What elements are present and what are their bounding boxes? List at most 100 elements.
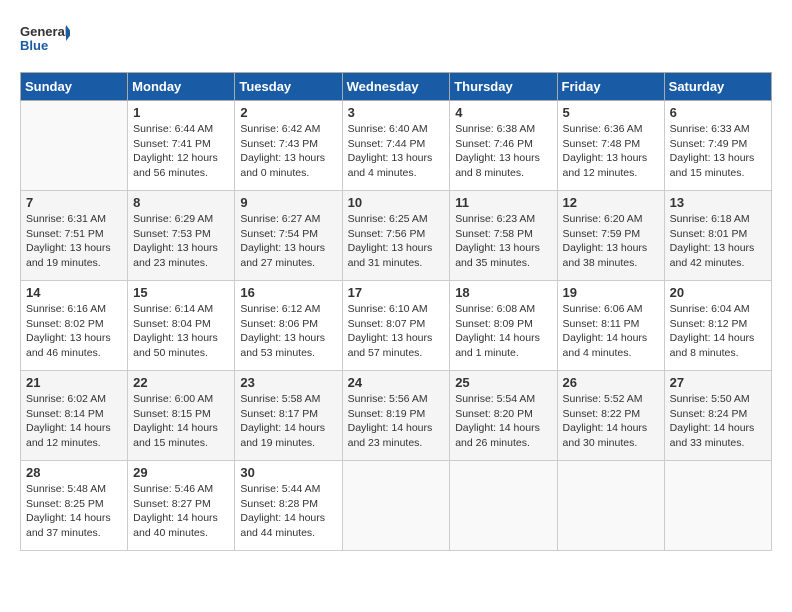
day-header-sunday: Sunday [21, 73, 128, 101]
day-number: 15 [133, 285, 229, 300]
calendar-cell: 5 Sunrise: 6:36 AMSunset: 7:48 PMDaylight… [557, 101, 664, 191]
day-info: Sunrise: 6:18 AMSunset: 8:01 PMDaylight:… [670, 212, 766, 271]
day-number: 11 [455, 195, 551, 210]
day-number: 2 [240, 105, 336, 120]
day-number: 21 [26, 375, 122, 390]
calendar-cell: 17 Sunrise: 6:10 AMSunset: 8:07 PMDayligh… [342, 281, 450, 371]
day-info: Sunrise: 6:06 AMSunset: 8:11 PMDaylight:… [563, 302, 659, 361]
calendar-cell [664, 461, 771, 551]
calendar-cell: 9 Sunrise: 6:27 AMSunset: 7:54 PMDaylight… [235, 191, 342, 281]
calendar-cell [342, 461, 450, 551]
calendar-table: SundayMondayTuesdayWednesdayThursdayFrid… [20, 72, 772, 551]
day-info: Sunrise: 6:10 AMSunset: 8:07 PMDaylight:… [348, 302, 445, 361]
day-number: 27 [670, 375, 766, 390]
day-number: 1 [133, 105, 229, 120]
header-row: SundayMondayTuesdayWednesdayThursdayFrid… [21, 73, 772, 101]
day-info: Sunrise: 5:52 AMSunset: 8:22 PMDaylight:… [563, 392, 659, 451]
day-info: Sunrise: 5:58 AMSunset: 8:17 PMDaylight:… [240, 392, 336, 451]
calendar-cell: 18 Sunrise: 6:08 AMSunset: 8:09 PMDayligh… [450, 281, 557, 371]
day-number: 22 [133, 375, 229, 390]
day-info: Sunrise: 5:54 AMSunset: 8:20 PMDaylight:… [455, 392, 551, 451]
calendar-cell: 21 Sunrise: 6:02 AMSunset: 8:14 PMDayligh… [21, 371, 128, 461]
calendar-cell: 27 Sunrise: 5:50 AMSunset: 8:24 PMDayligh… [664, 371, 771, 461]
day-number: 19 [563, 285, 659, 300]
day-number: 29 [133, 465, 229, 480]
day-header-monday: Monday [128, 73, 235, 101]
day-header-saturday: Saturday [664, 73, 771, 101]
calendar-cell: 25Sunrise: 5:54 AMSunset: 8:20 PMDayligh… [450, 371, 557, 461]
day-header-tuesday: Tuesday [235, 73, 342, 101]
calendar-cell: 22 Sunrise: 6:00 AMSunset: 8:15 PMDayligh… [128, 371, 235, 461]
day-info: Sunrise: 6:31 AMSunset: 7:51 PMDaylight:… [26, 212, 122, 271]
day-info: Sunrise: 6:27 AMSunset: 7:54 PMDaylight:… [240, 212, 336, 271]
logo: General Blue [20, 20, 70, 62]
day-info: Sunrise: 6:25 AMSunset: 7:56 PMDaylight:… [348, 212, 445, 271]
day-number: 26 [563, 375, 659, 390]
day-number: 14 [26, 285, 122, 300]
calendar-cell: 7Sunrise: 6:31 AMSunset: 7:51 PMDaylight… [21, 191, 128, 281]
day-number: 28 [26, 465, 122, 480]
day-number: 3 [348, 105, 445, 120]
calendar-cell: 4 Sunrise: 6:38 AMSunset: 7:46 PMDaylight… [450, 101, 557, 191]
day-number: 16 [240, 285, 336, 300]
day-number: 8 [133, 195, 229, 210]
calendar-cell: 26 Sunrise: 5:52 AMSunset: 8:22 PMDayligh… [557, 371, 664, 461]
calendar-cell: 15Sunrise: 6:14 AMSunset: 8:04 PMDayligh… [128, 281, 235, 371]
day-header-friday: Friday [557, 73, 664, 101]
day-info: Sunrise: 5:46 AMSunset: 8:27 PMDaylight:… [133, 482, 229, 541]
day-info: Sunrise: 6:44 AMSunset: 7:41 PMDaylight:… [133, 122, 229, 181]
day-info: Sunrise: 6:12 AMSunset: 8:06 PMDaylight:… [240, 302, 336, 361]
day-number: 9 [240, 195, 336, 210]
calendar-cell: 16 Sunrise: 6:12 AMSunset: 8:06 PMDayligh… [235, 281, 342, 371]
calendar-cell: 19 Sunrise: 6:06 AMSunset: 8:11 PMDayligh… [557, 281, 664, 371]
day-number: 24 [348, 375, 445, 390]
day-info: Sunrise: 6:29 AMSunset: 7:53 PMDaylight:… [133, 212, 229, 271]
week-row-3: 14 Sunrise: 6:16 AMSunset: 8:02 PMDayligh… [21, 281, 772, 371]
day-info: Sunrise: 6:02 AMSunset: 8:14 PMDaylight:… [26, 392, 122, 451]
calendar-cell: 1 Sunrise: 6:44 AMSunset: 7:41 PMDaylight… [128, 101, 235, 191]
day-number: 18 [455, 285, 551, 300]
header: General Blue [20, 20, 772, 62]
week-row-4: 21 Sunrise: 6:02 AMSunset: 8:14 PMDayligh… [21, 371, 772, 461]
day-info: Sunrise: 5:48 AMSunset: 8:25 PMDaylight:… [26, 482, 122, 541]
day-number: 30 [240, 465, 336, 480]
day-number: 10 [348, 195, 445, 210]
day-info: Sunrise: 6:08 AMSunset: 8:09 PMDaylight:… [455, 302, 551, 361]
week-row-2: 7Sunrise: 6:31 AMSunset: 7:51 PMDaylight… [21, 191, 772, 281]
day-info: Sunrise: 5:56 AMSunset: 8:19 PMDaylight:… [348, 392, 445, 451]
week-row-1: 1 Sunrise: 6:44 AMSunset: 7:41 PMDaylight… [21, 101, 772, 191]
svg-text:General: General [20, 24, 68, 39]
week-row-5: 28 Sunrise: 5:48 AMSunset: 8:25 PMDayligh… [21, 461, 772, 551]
calendar-cell: 3 Sunrise: 6:40 AMSunset: 7:44 PMDaylight… [342, 101, 450, 191]
calendar-cell: 24 Sunrise: 5:56 AMSunset: 8:19 PMDayligh… [342, 371, 450, 461]
calendar-cell: 11 Sunrise: 6:23 AMSunset: 7:58 PMDayligh… [450, 191, 557, 281]
day-info: Sunrise: 6:33 AMSunset: 7:49 PMDaylight:… [670, 122, 766, 181]
day-number: 17 [348, 285, 445, 300]
day-number: 4 [455, 105, 551, 120]
day-info: Sunrise: 6:04 AMSunset: 8:12 PMDaylight:… [670, 302, 766, 361]
day-number: 12 [563, 195, 659, 210]
day-info: Sunrise: 5:44 AMSunset: 8:28 PMDaylight:… [240, 482, 336, 541]
calendar-cell: 23Sunrise: 5:58 AMSunset: 8:17 PMDayligh… [235, 371, 342, 461]
day-info: Sunrise: 5:50 AMSunset: 8:24 PMDaylight:… [670, 392, 766, 451]
calendar-cell [21, 101, 128, 191]
calendar-cell: 6 Sunrise: 6:33 AMSunset: 7:49 PMDaylight… [664, 101, 771, 191]
calendar-cell [557, 461, 664, 551]
day-number: 6 [670, 105, 766, 120]
calendar-cell: 13 Sunrise: 6:18 AMSunset: 8:01 PMDayligh… [664, 191, 771, 281]
calendar-cell: 10 Sunrise: 6:25 AMSunset: 7:56 PMDayligh… [342, 191, 450, 281]
day-info: Sunrise: 6:40 AMSunset: 7:44 PMDaylight:… [348, 122, 445, 181]
day-number: 13 [670, 195, 766, 210]
day-header-thursday: Thursday [450, 73, 557, 101]
svg-text:Blue: Blue [20, 38, 48, 53]
day-header-wednesday: Wednesday [342, 73, 450, 101]
calendar-cell: 30 Sunrise: 5:44 AMSunset: 8:28 PMDayligh… [235, 461, 342, 551]
day-info: Sunrise: 6:23 AMSunset: 7:58 PMDaylight:… [455, 212, 551, 271]
day-info: Sunrise: 6:36 AMSunset: 7:48 PMDaylight:… [563, 122, 659, 181]
day-info: Sunrise: 6:16 AMSunset: 8:02 PMDaylight:… [26, 302, 122, 361]
day-info: Sunrise: 6:38 AMSunset: 7:46 PMDaylight:… [455, 122, 551, 181]
day-number: 5 [563, 105, 659, 120]
calendar-cell: 14 Sunrise: 6:16 AMSunset: 8:02 PMDayligh… [21, 281, 128, 371]
calendar-cell: 2Sunrise: 6:42 AMSunset: 7:43 PMDaylight… [235, 101, 342, 191]
day-info: Sunrise: 6:00 AMSunset: 8:15 PMDaylight:… [133, 392, 229, 451]
